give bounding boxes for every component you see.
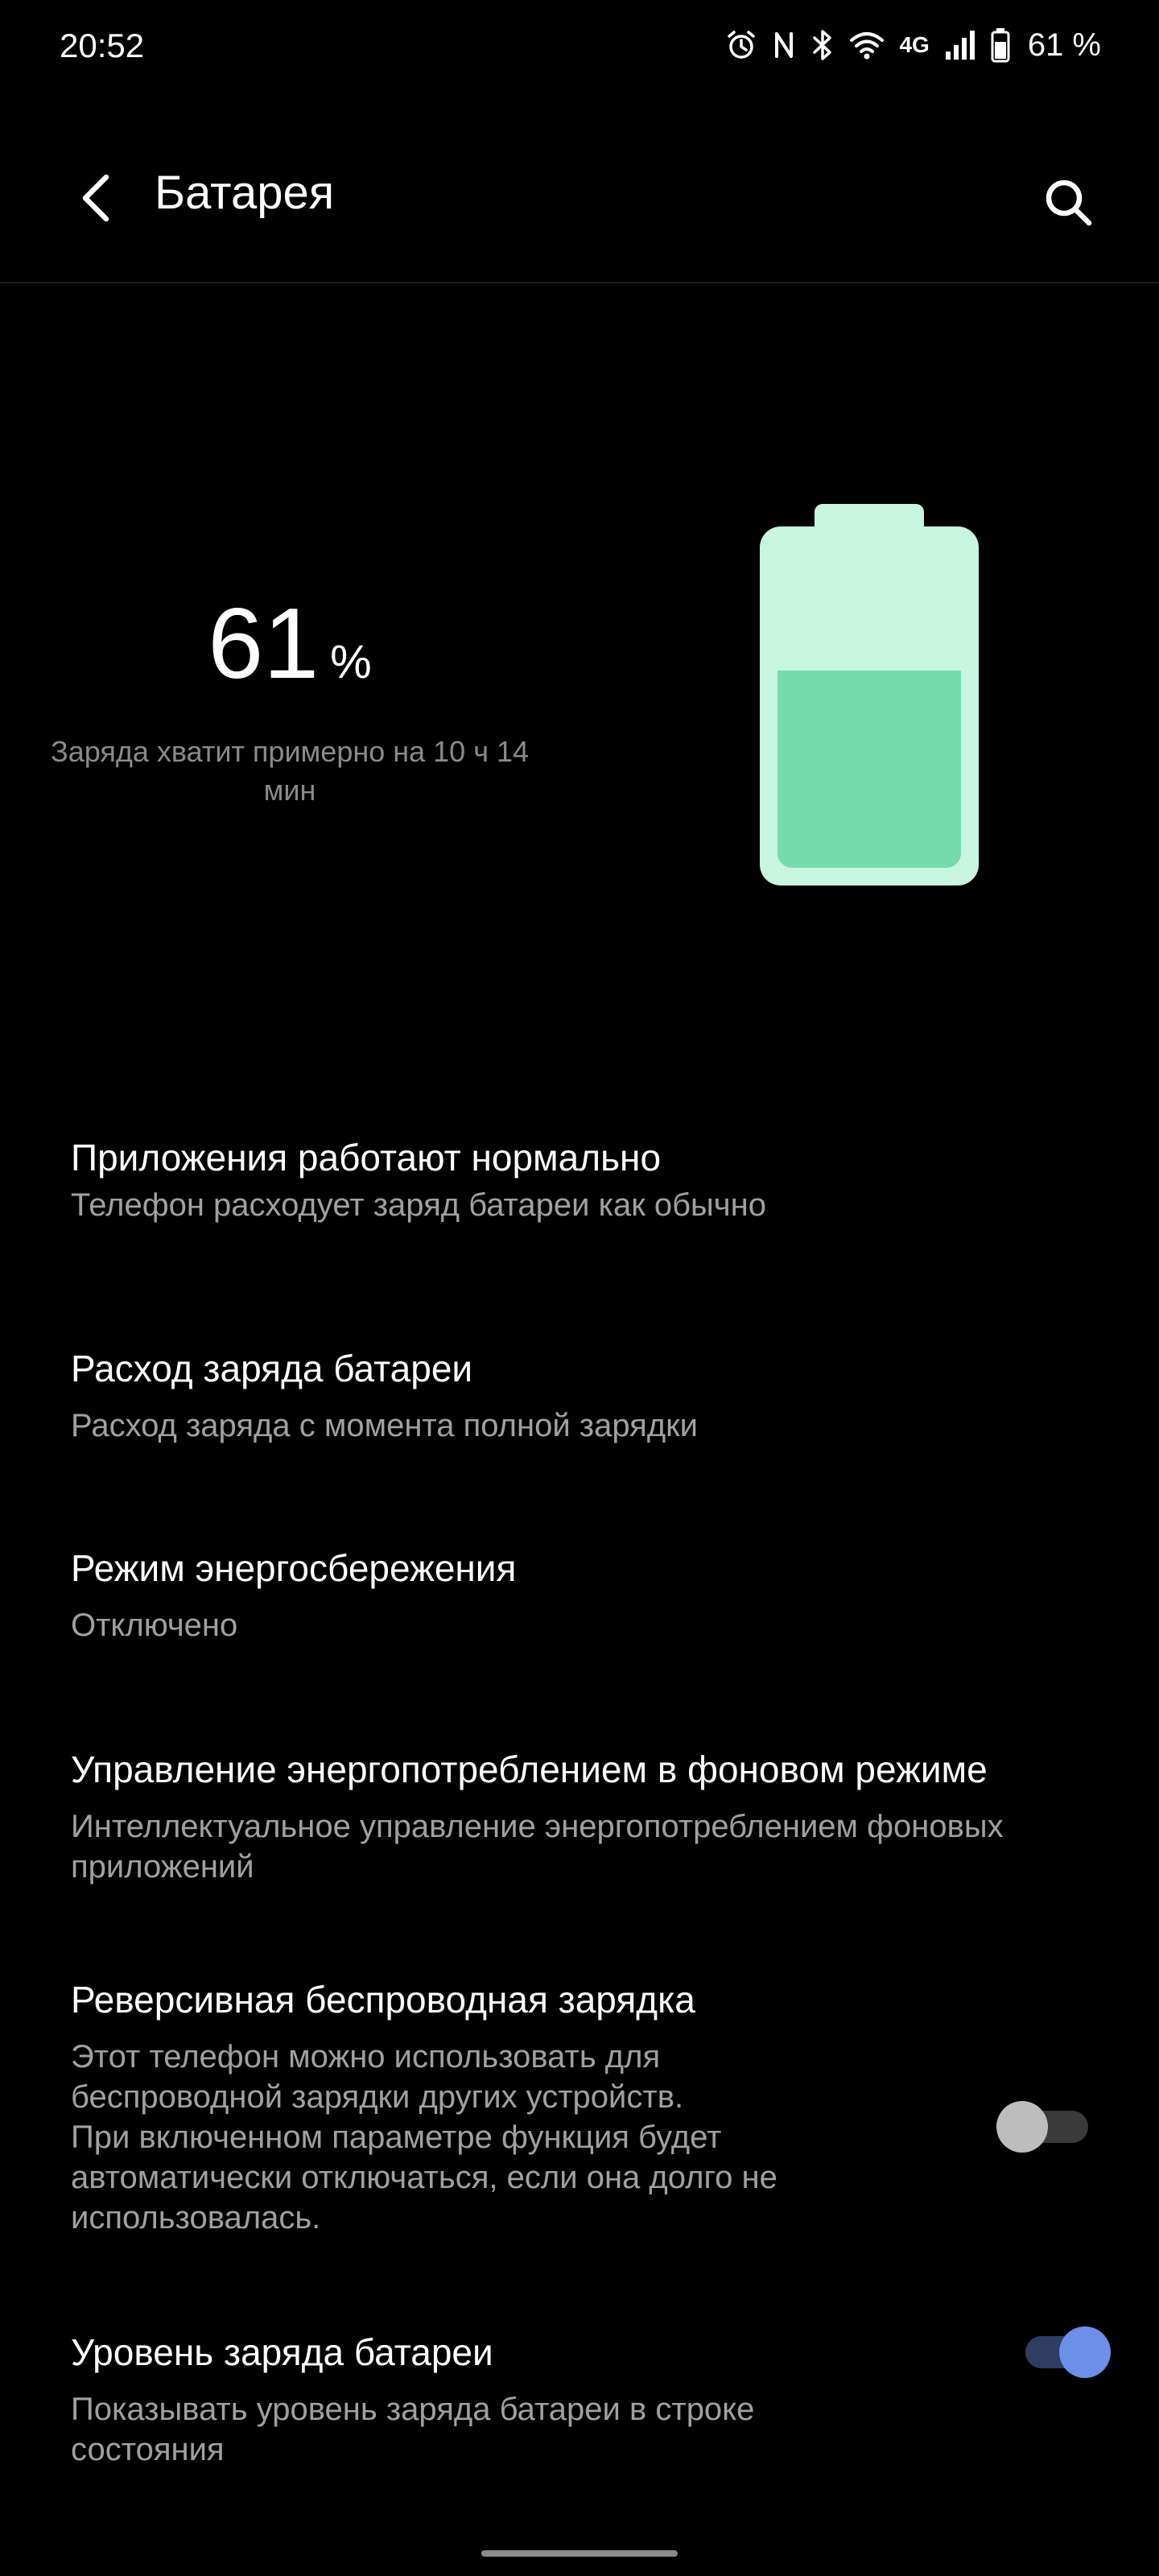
setting-subtitle: Отключено [71,1605,1021,1645]
setting-title: Расход заряда батареи [71,1348,473,1389]
toggle-thumb [996,2101,1048,2153]
subtitle-line: использовалась. [71,2200,321,2235]
setting-subtitle: Телефон расходует заряд батареи как обыч… [71,1185,1021,1225]
battery-percent-unit: % [330,636,372,688]
subtitle-line: автоматически отключаться, если она долг… [71,2160,777,2195]
subtitle-line: Показывать уровень заряда батареи в стро… [71,2392,755,2427]
battery-level-toggle[interactable] [1014,2326,1111,2378]
subtitle-line: Телефон расходует заряд батареи как обыч… [71,1187,766,1223]
status-icons: 4G 61 % [725,23,1101,68]
page-title: Батарея [155,167,335,219]
setting-battery-usage[interactable]: Расход заряда батареи Расход заряда с мо… [0,1320,1159,1497]
reverse-charging-toggle[interactable] [996,2101,1093,2153]
battery-estimate-line: мин [263,774,316,807]
status-battery-percent: 61 % [1027,27,1101,63]
subtitle-line: состояния [71,2432,225,2467]
battery-estimate-line: Заряда хватит примерно на 10 ч 14 [50,735,530,768]
gesture-navigation-bar[interactable] [481,2550,678,2557]
battery-graphic-icon [760,504,979,886]
setting-reverse-wireless-charging[interactable]: Реверсивная беспроводная зарядка Этот те… [0,1953,1159,2275]
setting-apps-normal[interactable]: Приложения работают нормально Телефон ра… [0,1111,1159,1272]
status-time: 20:52 [60,27,145,64]
search-icon [1046,180,1092,226]
signal-icon [944,29,976,61]
setting-title: Уровень заряда батареи [71,2331,493,2373]
setting-subtitle: Интеллектуальное управление энергопотреб… [71,1806,1021,1887]
subtitle-line: приложений [71,1849,254,1885]
battery-percent: 61% [0,588,580,700]
subtitle-line: Отключено [71,1608,238,1643]
toggle-thumb [1059,2326,1111,2378]
bluetooth-icon [810,28,835,62]
network-type: 4G [899,32,930,57]
battery-estimate: Заряда хватит примерно на 10 ч 14 мин [16,733,563,810]
setting-subtitle: Расход заряда с момента полной зарядки [71,1406,1021,1446]
back-arrow-icon [82,174,109,222]
wifi-icon [849,29,885,61]
subtitle-line: Расход заряда с момента полной зарядки [71,1408,699,1443]
setting-background-power[interactable]: Управление энергопотреблением в фоновом … [0,1723,1159,1932]
setting-title: Реверсивная беспроводная зарядка [71,1979,695,2021]
search-button[interactable] [1024,158,1112,246]
battery-icon [991,27,1010,63]
subtitle-line: беспроводной зарядки других устройств. [71,2079,684,2115]
setting-subtitle: Этот телефон можно использовать для бесп… [71,2037,972,2238]
setting-power-saving[interactable]: Режим энергосбережения Отключено [0,1521,1159,1699]
setting-title: Приложения работают нормально [71,1137,662,1179]
setting-title: Управление энергопотреблением в фоновом … [71,1748,988,1790]
nfc-icon [772,29,796,61]
back-button[interactable] [56,158,137,238]
status-bar: 20:52 4G 61 % [0,0,1159,97]
setting-battery-level-indicator[interactable]: Уровень заряда батареи Показывать уровен… [0,2306,1159,2515]
battery-percent-number: 61 [208,588,320,700]
subtitle-line: При включенном параметре функция будет [71,2120,722,2155]
battery-body [760,526,979,886]
setting-title: Режим энергосбережения [71,1547,517,1589]
setting-subtitle: Показывать уровень заряда батареи в стро… [71,2389,972,2470]
app-bar: Батарея [0,129,1159,283]
battery-level-fill [777,671,961,868]
alarm-icon [725,29,757,61]
subtitle-line: Интеллектуальное управление энергопотреб… [71,1809,1004,1844]
subtitle-line: Этот телефон можно использовать для [71,2039,661,2074]
